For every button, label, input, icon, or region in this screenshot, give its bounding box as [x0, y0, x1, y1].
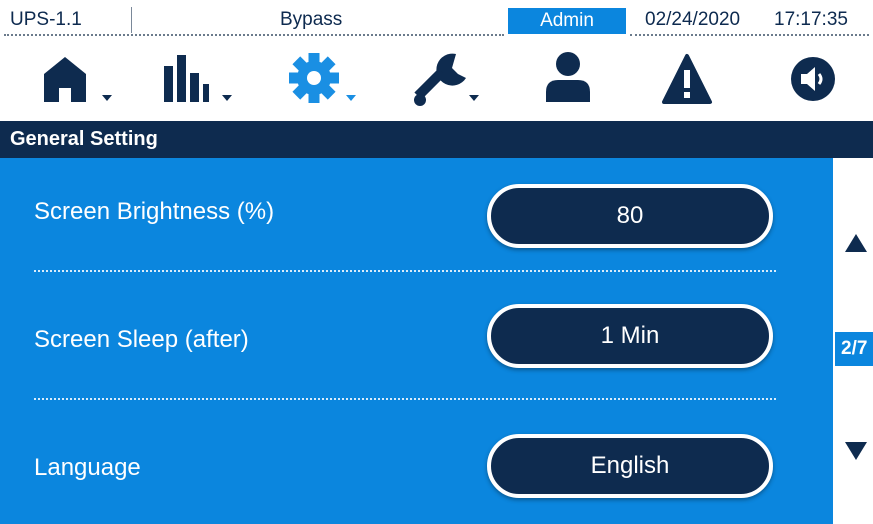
status-bar: UPS-1.1 Bypass Admin 02/24/2020 17:17:35	[0, 0, 873, 40]
main-nav	[0, 40, 873, 122]
gear-icon	[289, 53, 356, 103]
user-icon	[546, 52, 590, 102]
row-divider	[34, 270, 776, 272]
status-divider	[131, 7, 132, 33]
home-icon	[44, 57, 112, 102]
chart-icon	[164, 55, 232, 102]
setting-label-sleep: Screen Sleep (after)	[34, 326, 249, 353]
page-indicator: 2/7	[835, 332, 873, 366]
page-up-button[interactable]	[844, 232, 868, 259]
setting-label-brightness: Screen Brightness (%)	[34, 198, 275, 225]
user-role-badge[interactable]: Admin	[508, 8, 626, 34]
section-title: General Setting	[0, 121, 873, 158]
sleep-value-button[interactable]: 1 Min	[487, 304, 773, 368]
device-name: UPS-1.1	[10, 9, 82, 30]
wrench-icon	[414, 53, 479, 106]
operating-mode: Bypass	[280, 9, 343, 30]
nav-account[interactable]	[540, 48, 612, 116]
row-divider	[34, 398, 776, 400]
language-value-button[interactable]: English	[487, 434, 773, 498]
speaker-icon	[791, 57, 835, 101]
status-underline-left	[4, 34, 504, 36]
brightness-value-button[interactable]: 80	[487, 184, 773, 248]
warning-icon	[662, 54, 712, 104]
pager: 2/7	[833, 158, 873, 524]
nav-sound[interactable]	[786, 48, 858, 116]
arrow-up-icon	[845, 234, 867, 252]
status-time: 17:17:35	[774, 9, 848, 30]
nav-settings[interactable]	[288, 48, 360, 116]
settings-panel: Screen Brightness (%) 80 Screen Sleep (a…	[0, 158, 833, 524]
page-down-button[interactable]	[844, 440, 868, 467]
nav-maintenance[interactable]	[412, 48, 484, 116]
nav-home[interactable]	[40, 48, 112, 116]
status-underline-right	[630, 34, 869, 36]
nav-alarms[interactable]	[660, 48, 732, 116]
status-date: 02/24/2020	[645, 9, 741, 30]
arrow-down-icon	[845, 442, 867, 460]
setting-label-language: Language	[34, 454, 141, 481]
nav-measurements[interactable]	[160, 48, 232, 116]
